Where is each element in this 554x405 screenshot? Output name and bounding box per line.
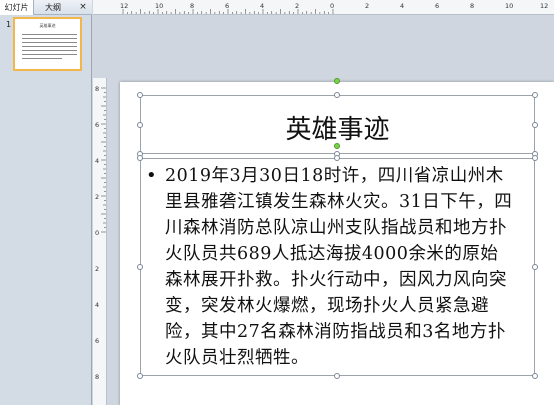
ruler-label: 6: [95, 121, 99, 129]
ruler-label: 0: [330, 2, 334, 10]
resize-handle[interactable]: [532, 373, 538, 379]
close-pane-icon[interactable]: ×: [76, 0, 90, 15]
resize-handle[interactable]: [137, 155, 143, 161]
ruler-label: 6: [435, 2, 439, 10]
ruler-label: 8: [95, 85, 99, 93]
resize-handle[interactable]: [334, 373, 340, 379]
thumbnail-title: 英雄事迹: [39, 23, 56, 28]
ruler-label: 10: [505, 2, 513, 10]
ruler-label: 4: [400, 2, 404, 10]
ruler-label: 6: [225, 2, 229, 10]
vertical-ruler[interactable]: 8 6 4 2 0 2 4 6 8: [93, 78, 107, 405]
slide-canvas[interactable]: 英雄事迹 • 2019年3月30日18时许，四川省凉山州木里县雅砻江镇发生森林火…: [120, 78, 554, 405]
resize-handle[interactable]: [532, 122, 538, 128]
tab-outline[interactable]: 大纲: [35, 0, 71, 15]
content-placeholder[interactable]: • 2019年3月30日18时许，四川省凉山州木里县雅砻江镇发生森林火灾。31日…: [140, 158, 535, 376]
vertical-ruler-scale: 8 6 4 2 0 2 4 6 8: [95, 85, 106, 381]
thumbnail-text-line: [22, 54, 77, 55]
body-text[interactable]: 2019年3月30日18时许，四川省凉山州木里县雅砻江镇发生森林火灾。31日下午…: [165, 163, 515, 371]
ruler-label: 8: [190, 2, 194, 10]
horizontal-ruler-scale: 12 10 8 6 4 2 0 2 4 6 8 10 12: [120, 2, 548, 14]
ruler-label: 4: [95, 301, 99, 309]
resize-handle[interactable]: [137, 264, 143, 270]
resize-handle[interactable]: [532, 92, 538, 98]
resize-handle[interactable]: [137, 122, 143, 128]
ruler-label: 8: [95, 373, 99, 381]
ruler-label: 0: [95, 229, 99, 237]
rotation-handle-icon[interactable]: [334, 143, 340, 149]
ruler-label: 4: [260, 2, 264, 10]
resize-handle[interactable]: [532, 264, 538, 270]
thumbnail-text-line: [22, 34, 77, 35]
pane-tab-bar: 幻灯片 大纲 ×: [0, 0, 92, 15]
ruler-label: 4: [95, 157, 99, 165]
resize-handle[interactable]: [334, 155, 340, 161]
ruler-label: 2: [95, 265, 99, 273]
resize-handle[interactable]: [334, 92, 340, 98]
thumbnail-text-line: [22, 46, 77, 47]
thumbnail-text-line: [22, 42, 77, 43]
ruler-label: 12: [540, 2, 548, 10]
rotation-handle-icon[interactable]: [334, 78, 340, 84]
ruler-label: 8: [470, 2, 474, 10]
slide-title[interactable]: 英雄事迹: [141, 109, 534, 146]
resize-handle[interactable]: [137, 373, 143, 379]
slides-pane: 幻灯片 大纲 × 1 英雄事迹: [0, 0, 92, 405]
tab-slides[interactable]: 幻灯片: [0, 0, 34, 15]
ruler-label: 10: [155, 2, 163, 10]
thumbnail-text-line: [22, 58, 62, 59]
slide-thumbnail[interactable]: 英雄事迹: [13, 17, 82, 71]
bullet-icon: •: [146, 165, 157, 186]
resize-handle[interactable]: [137, 92, 143, 98]
ruler-label: 6: [95, 337, 99, 345]
horizontal-ruler[interactable]: 12 10 8 6 4 2 0 2 4 6 8 10 12: [93, 0, 554, 15]
ruler-label: 2: [295, 2, 299, 10]
slide-number: 1: [6, 20, 12, 29]
thumbnail-text-line: [22, 38, 77, 39]
ruler-label: 2: [95, 193, 99, 201]
resize-handle[interactable]: [532, 155, 538, 161]
thumbnail-text-line: [22, 50, 77, 51]
ruler-label: 2: [365, 2, 369, 10]
ruler-label: 12: [120, 2, 128, 10]
